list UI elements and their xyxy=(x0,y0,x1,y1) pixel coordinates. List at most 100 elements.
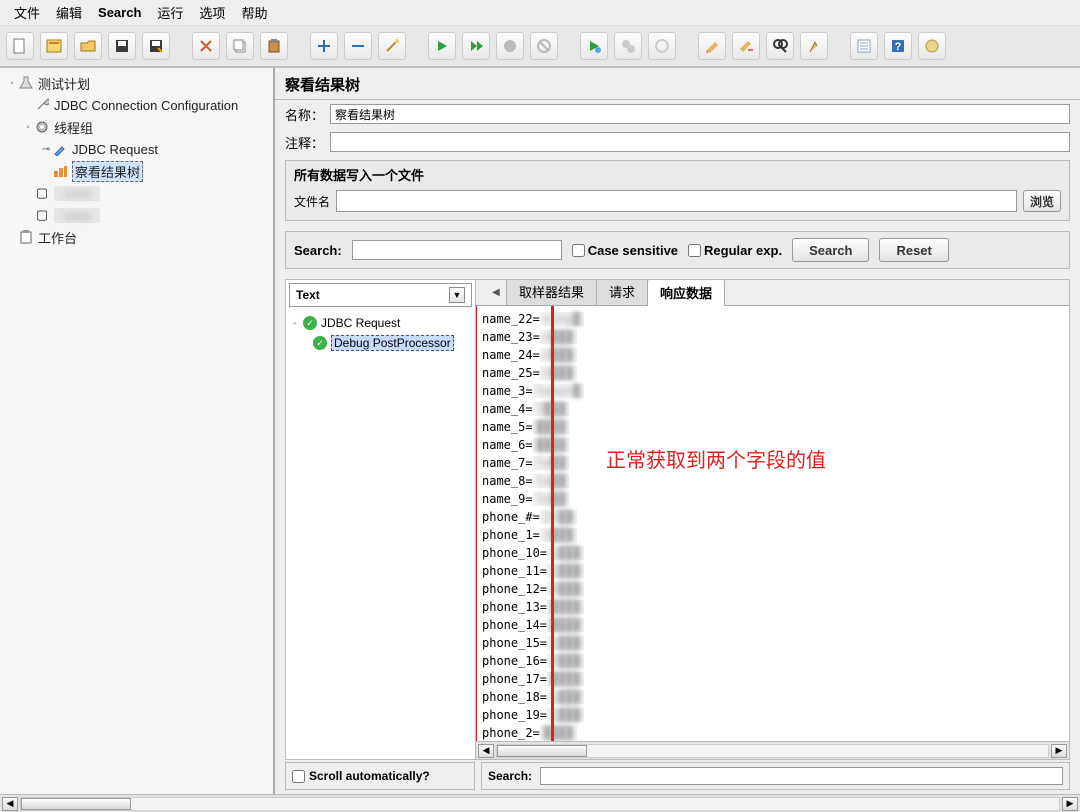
flask-icon xyxy=(18,75,34,91)
name-input[interactable] xyxy=(330,104,1070,124)
clear-icon[interactable] xyxy=(698,32,726,60)
response-line: name_24=n███ xyxy=(482,346,1063,364)
response-line: name_22=ning█ xyxy=(482,310,1063,328)
minus-icon[interactable] xyxy=(344,32,372,60)
response-line: phone_11=1███ xyxy=(482,562,1063,580)
name-label: 名称： xyxy=(285,105,324,124)
pipette-icon xyxy=(52,141,68,157)
footer-search-label: Search: xyxy=(488,769,532,783)
browse-button[interactable]: 浏览 xyxy=(1023,190,1061,212)
search-panel: Search: Case sensitive Regular exp. Sear… xyxy=(285,231,1070,269)
response-line: phone_19=1███ xyxy=(482,706,1063,724)
tree-workbench[interactable]: 工作台 xyxy=(38,228,77,247)
save-icon[interactable] xyxy=(108,32,136,60)
open-icon[interactable] xyxy=(74,32,102,60)
about-icon[interactable] xyxy=(918,32,946,60)
paste-icon[interactable] xyxy=(260,32,288,60)
comment-label: 注释： xyxy=(285,133,324,152)
panel-title: 察看结果树 xyxy=(275,68,1080,100)
response-line: phone_16=8███ xyxy=(482,652,1063,670)
reset-button[interactable]: Reset xyxy=(879,238,948,262)
result-debug-pp[interactable]: Debug PostProcessor xyxy=(331,335,454,351)
new-icon[interactable] xyxy=(6,32,34,60)
response-line: phone_14=████ xyxy=(482,616,1063,634)
scroll-right-icon[interactable]: ▶ xyxy=(1051,744,1067,758)
remote-start-icon[interactable] xyxy=(580,32,608,60)
search-button[interactable]: Search xyxy=(792,238,869,262)
case-sensitive-check[interactable]: Case sensitive xyxy=(572,243,678,258)
response-data-area[interactable]: name_22=ning█name_23=n███name_24=n███nam… xyxy=(476,306,1069,741)
scroll-right-icon[interactable]: ▶ xyxy=(1062,797,1078,811)
menu-file[interactable]: 文件 xyxy=(6,0,48,26)
scroll-auto-check[interactable]: Scroll automatically? xyxy=(285,762,475,790)
response-line: phone_#=25██ xyxy=(482,508,1063,526)
blur-icon: ▢ xyxy=(34,207,50,223)
response-line: name_3=lemon█ xyxy=(482,382,1063,400)
run-no-pause-icon[interactable] xyxy=(462,32,490,60)
search-label: Search: xyxy=(294,243,342,258)
tab-response-data[interactable]: 响应数据 xyxy=(647,280,725,306)
result-tree[interactable]: ◦✓JDBC Request ✓Debug PostProcessor xyxy=(286,310,475,759)
cut-icon[interactable] xyxy=(192,32,220,60)
tree-jdbc-request[interactable]: JDBC Request xyxy=(72,142,158,157)
scroll-left-icon[interactable]: ◀ xyxy=(478,744,494,758)
results-pane: Text ▼ ◦✓JDBC Request ✓Debug PostProcess… xyxy=(285,279,1070,760)
clear-all-icon[interactable] xyxy=(732,32,760,60)
response-line: name_4=7███ xyxy=(482,400,1063,418)
help-icon[interactable]: ? xyxy=(884,32,912,60)
menu-help[interactable]: 帮助 xyxy=(233,0,275,26)
menu-edit[interactable]: 编辑 xyxy=(48,0,90,26)
wrench-icon xyxy=(34,97,50,113)
scroll-left-icon[interactable]: ◀ xyxy=(2,797,18,811)
pass-icon: ✓ xyxy=(303,316,317,330)
remote-stop-icon[interactable] xyxy=(614,32,642,60)
templates-icon[interactable] xyxy=(40,32,68,60)
footer-search-input[interactable] xyxy=(540,767,1063,785)
menu-search[interactable]: Search xyxy=(90,1,149,24)
response-line: name_25=n███ xyxy=(482,364,1063,382)
chevron-down-icon: ▼ xyxy=(449,287,465,303)
tab-sampler-result[interactable]: 取样器结果 xyxy=(506,280,597,305)
response-line: phone_10=1███ xyxy=(482,544,1063,562)
find-icon[interactable] xyxy=(766,32,794,60)
tree-test-plan[interactable]: 测试计划 xyxy=(38,74,90,93)
function-helper-icon[interactable] xyxy=(850,32,878,60)
clipboard-icon xyxy=(18,229,34,245)
shutdown-icon[interactable] xyxy=(530,32,558,60)
renderer-combo[interactable]: Text ▼ xyxy=(289,283,472,307)
search-input[interactable] xyxy=(352,240,562,260)
toolbar: ? xyxy=(0,26,1080,68)
copy-icon[interactable] xyxy=(226,32,254,60)
test-plan-tree[interactable]: ◦测试计划 JDBC Connection Configuration ◦线程组… xyxy=(0,68,275,794)
tree-thread-group[interactable]: 线程组 xyxy=(54,118,93,137)
menu-options[interactable]: 选项 xyxy=(191,0,233,26)
response-hscroll[interactable]: ◀ ▶ xyxy=(476,741,1069,759)
stop-icon[interactable] xyxy=(496,32,524,60)
clear-search-icon[interactable] xyxy=(800,32,828,60)
remote-shutdown-icon[interactable] xyxy=(648,32,676,60)
response-line: phone_18=1███ xyxy=(482,688,1063,706)
tab-request[interactable]: 请求 xyxy=(596,280,648,305)
app-hscroll[interactable]: ◀ ▶ xyxy=(0,794,1080,812)
regex-check[interactable]: Regular exp. xyxy=(688,243,782,258)
footer-search: Search: xyxy=(481,762,1070,790)
menu-run[interactable]: 运行 xyxy=(149,0,191,26)
response-line: name_9=le██ xyxy=(482,490,1063,508)
response-line: name_23=n███ xyxy=(482,328,1063,346)
filebox-title: 所有数据写入一个文件 xyxy=(294,165,1061,184)
plus-icon[interactable] xyxy=(310,32,338,60)
wand-icon[interactable] xyxy=(378,32,406,60)
tree-view-results[interactable]: 察看结果树 xyxy=(72,161,143,182)
tabs-scroll-left-icon[interactable]: ◀ xyxy=(492,287,504,298)
pass-icon: ✓ xyxy=(313,336,327,350)
gear-icon xyxy=(34,119,50,135)
annotation-text: 正常获取到两个字段的值 xyxy=(606,452,826,470)
result-jdbc-request[interactable]: JDBC Request xyxy=(321,316,400,330)
tree-jdbc-conf[interactable]: JDBC Connection Configuration xyxy=(54,98,238,113)
response-line: phone_15=1███ xyxy=(482,634,1063,652)
response-line: phone_17=████ xyxy=(482,670,1063,688)
run-icon[interactable] xyxy=(428,32,456,60)
save-as-icon[interactable] xyxy=(142,32,170,60)
filename-input[interactable] xyxy=(336,190,1017,212)
comment-input[interactable] xyxy=(330,132,1070,152)
